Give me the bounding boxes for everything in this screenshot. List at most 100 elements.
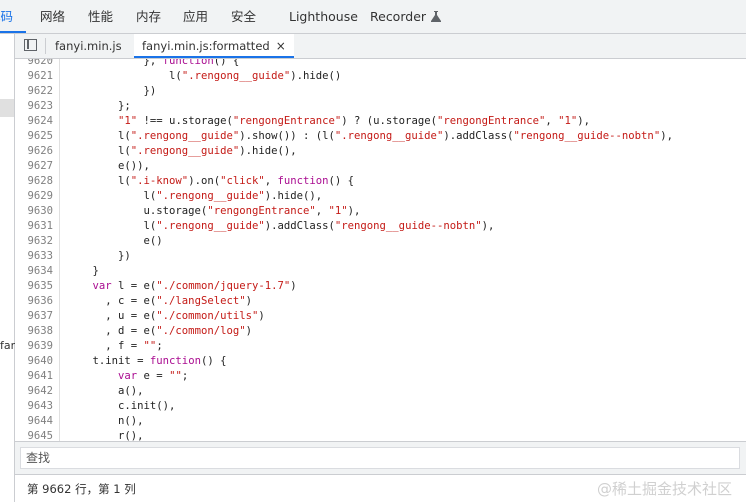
- line-number[interactable]: 9625: [15, 129, 53, 144]
- code-text: u.storage("rengongEntrance", "1"),: [67, 205, 361, 217]
- keyword-token: function: [162, 59, 214, 67]
- navigator-selected-item[interactable]: [0, 99, 14, 117]
- code-text: "1" !== u.storage("rengongEntrance") ? (…: [118, 115, 591, 127]
- line-number[interactable]: 9622: [15, 84, 53, 99]
- string-token: ".rengong__guide": [334, 130, 444, 142]
- line-number[interactable]: 9645: [15, 429, 53, 441]
- string-token: "rengongEntrance": [436, 115, 546, 127]
- line-number[interactable]: 9640: [15, 354, 53, 369]
- search-input[interactable]: 查找: [20, 447, 740, 469]
- search-bar: 查找: [15, 441, 746, 474]
- string-token: ".rengong__guide": [130, 145, 240, 157]
- line-number[interactable]: 9644: [15, 414, 53, 429]
- line-number[interactable]: 9627: [15, 159, 53, 174]
- line-number[interactable]: 9643: [15, 399, 53, 414]
- devtools-panel-tabs: 代码 网络 性能 内存 应用 安全 Lighthouse Recorder: [0, 0, 746, 34]
- line-number[interactable]: 9638: [15, 324, 53, 339]
- string-token: "1": [558, 115, 578, 127]
- code-text: l(".rengong__guide").hide(),: [67, 190, 323, 202]
- toggle-navigator-icon[interactable]: [24, 39, 37, 51]
- string-token: ".rengong__guide": [156, 220, 265, 232]
- file-tab-label: fanyi.min.js:formatted: [142, 39, 270, 53]
- string-token: "./common/log": [156, 325, 246, 337]
- code-text: , f = "";: [67, 340, 163, 352]
- tab-performance[interactable]: 性能: [88, 0, 113, 33]
- line-number[interactable]: 9632: [15, 234, 53, 249]
- tab-sources[interactable]: 代码: [0, 0, 13, 33]
- tab-security[interactable]: 安全: [231, 0, 256, 33]
- string-token: ".i-know": [130, 175, 189, 187]
- tab-recorder[interactable]: Recorder: [370, 0, 442, 33]
- active-tab-indicator: [0, 31, 26, 33]
- line-number[interactable]: 9631: [15, 219, 53, 234]
- tab-network[interactable]: 网络: [40, 0, 65, 33]
- tab-application[interactable]: 应用: [183, 0, 208, 33]
- line-number[interactable]: 9629: [15, 189, 53, 204]
- line-number[interactable]: 9628: [15, 174, 53, 189]
- line-number[interactable]: 9630: [15, 204, 53, 219]
- code-text: var l = e("./common/jquery-1.7"): [92, 280, 297, 292]
- string-token: "": [143, 340, 157, 352]
- code-editor[interactable]: 9620 }, function() { 9621 l(".rengong__gu…: [15, 59, 746, 441]
- tab-lighthouse[interactable]: Lighthouse: [289, 0, 358, 33]
- string-token: "rengong__guide--nobtn": [513, 130, 661, 142]
- string-token: "click": [220, 175, 265, 187]
- tab-recorder-label: Recorder: [370, 9, 427, 24]
- code-text: };: [67, 100, 131, 112]
- line-number[interactable]: 9634: [15, 264, 53, 279]
- code-text: n(),: [67, 415, 144, 427]
- string-token: ".rengong__guide": [181, 70, 291, 82]
- code-text: e(): [67, 235, 163, 247]
- code-text: l(".rengong__guide").addClass("rengong__…: [67, 220, 495, 232]
- code-text: e()),: [67, 160, 150, 172]
- string-token: "rengongEntrance": [207, 205, 316, 217]
- code-text: var e = "";: [118, 370, 189, 382]
- line-number[interactable]: 9636: [15, 294, 53, 309]
- code-text: }): [67, 250, 131, 262]
- flask-icon: [431, 11, 442, 22]
- close-icon[interactable]: ×: [276, 34, 286, 58]
- code-text: }, function() {: [67, 59, 240, 69]
- string-token: ".rengong__guide": [156, 190, 265, 202]
- line-number[interactable]: 9623: [15, 99, 53, 114]
- line-number[interactable]: 9635: [15, 279, 53, 294]
- code-text: }: [67, 265, 99, 277]
- code-text: l(".rengong__guide").hide(),: [67, 145, 297, 157]
- code-text: a(),: [67, 385, 144, 397]
- code-text: r(),: [67, 430, 144, 441]
- string-token: "1": [118, 115, 138, 127]
- file-tab-fanyi-min-js[interactable]: fanyi.min.js: [55, 34, 122, 58]
- line-number[interactable]: 9633: [15, 249, 53, 264]
- file-tab-fanyi-min-js-formatted[interactable]: fanyi.min.js:formatted ×: [134, 34, 294, 58]
- code-text: l(".rengong__guide").hide(): [67, 70, 342, 82]
- line-number[interactable]: 9642: [15, 384, 53, 399]
- navigator-sidebar: fan: [0, 34, 18, 502]
- tab-memory[interactable]: 内存: [136, 0, 161, 33]
- line-number[interactable]: 9641: [15, 369, 53, 384]
- code-text: c.init(),: [67, 400, 176, 412]
- code-text: , u = e("./common/utils"): [67, 310, 265, 322]
- keyword-token: function: [149, 355, 201, 367]
- string-token: "rengongEntrance": [232, 115, 342, 127]
- string-token: ".rengong__guide": [130, 130, 240, 142]
- line-number[interactable]: 9621: [15, 69, 53, 84]
- string-token: "./common/utils": [156, 310, 259, 322]
- code-text: t.init = function() {: [67, 355, 227, 367]
- code-text: }): [67, 85, 157, 97]
- watermark: @稀土掘金技术社区: [596, 480, 732, 498]
- line-number[interactable]: 9624: [15, 114, 53, 129]
- line-number[interactable]: 9639: [15, 339, 53, 354]
- line-number[interactable]: 9637: [15, 309, 53, 324]
- line-number[interactable]: 9626: [15, 144, 53, 159]
- keyword-token: var: [118, 370, 138, 382]
- string-token: "1": [328, 205, 348, 217]
- line-number[interactable]: 9620: [15, 59, 53, 69]
- code-text: l(".rengong__guide").show()) : (l(".reng…: [67, 130, 673, 142]
- code-text: l(".i-know").on("click", function() {: [67, 175, 355, 187]
- editor-file-tabs: fanyi.min.js fanyi.min.js:formatted ×: [15, 34, 746, 59]
- string-token: "": [169, 370, 182, 382]
- divider: [45, 38, 46, 54]
- cursor-position: 第 9662 行，第 1 列: [27, 482, 136, 496]
- string-token: "./common/jquery-1.7": [156, 280, 291, 292]
- code-text: , d = e("./common/log"): [67, 325, 252, 337]
